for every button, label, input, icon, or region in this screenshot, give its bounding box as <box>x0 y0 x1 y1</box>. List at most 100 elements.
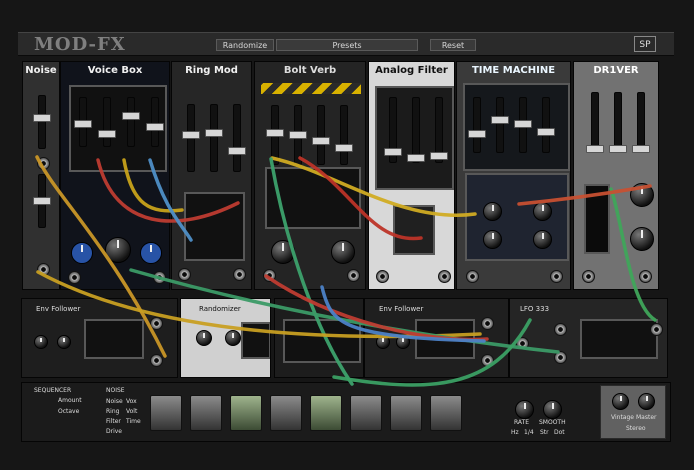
voice-box-title: Voice Box <box>87 65 143 76</box>
rate-knob[interactable] <box>515 400 534 419</box>
smooth-knob[interactable] <box>543 400 562 419</box>
lfo-jack-2[interactable] <box>554 323 567 336</box>
time-control-panel <box>465 173 569 261</box>
randomizer-knob-1[interactable] <box>196 330 212 346</box>
bolt-slider-1[interactable] <box>266 105 284 165</box>
app-logo: MOD-FX <box>34 34 126 55</box>
time-knob-2[interactable] <box>533 202 552 221</box>
presets-button[interactable]: Presets <box>276 39 418 51</box>
sequence-step-6[interactable] <box>350 395 382 431</box>
drive-module: DR1VER <box>573 61 659 290</box>
randomize-button[interactable]: Randomize <box>216 39 274 51</box>
lfo-module: LFO 333 <box>509 298 668 378</box>
randomizer-title: Randomizer <box>199 305 241 313</box>
env1-knob-2[interactable] <box>57 335 71 349</box>
bolt-jack-2[interactable] <box>347 269 360 282</box>
time-knob-4[interactable] <box>533 230 552 249</box>
voice-knob-3[interactable] <box>140 242 162 264</box>
noise-slider-1[interactable] <box>33 95 51 149</box>
screen-bridge-module <box>274 298 364 378</box>
bolt-slider-2[interactable] <box>289 105 307 165</box>
ring-screen <box>184 192 245 261</box>
drive-slider-3[interactable] <box>632 92 650 153</box>
env2-knob-2[interactable] <box>396 335 410 349</box>
voice-slider-2[interactable] <box>98 97 116 147</box>
drive-jack-2[interactable] <box>639 270 652 283</box>
env1-jack-2[interactable] <box>150 354 163 367</box>
sequence-step-4[interactable] <box>270 395 302 431</box>
time-slider-2[interactable] <box>491 97 509 153</box>
filter-slider-1[interactable] <box>384 97 402 163</box>
time-slider-1[interactable] <box>468 97 486 153</box>
sequence-step-2[interactable] <box>190 395 222 431</box>
bolt-jack-1[interactable] <box>263 269 276 282</box>
mod-fx-rack: MOD-FX Randomize Presets Reset SP Noise … <box>0 0 694 470</box>
noise2-g: Drive <box>106 428 122 435</box>
lfo-jack-4[interactable] <box>650 323 663 336</box>
sequence-step-3[interactable] <box>230 395 262 431</box>
filter-slider-2[interactable] <box>407 97 425 163</box>
bolt-slider-3[interactable] <box>312 105 330 165</box>
drive-knob-1[interactable] <box>630 183 654 207</box>
lfo-screen <box>580 319 658 359</box>
time-slider-3[interactable] <box>514 97 532 153</box>
drive-title: DR1VER <box>593 65 639 76</box>
ring-slider-3[interactable] <box>228 104 246 172</box>
noise2-e: Filter <box>106 418 121 425</box>
env-follower-1-module: Env Follower <box>21 298 178 378</box>
voice-slider-3[interactable] <box>122 97 140 147</box>
voice-knob-1[interactable] <box>71 242 93 264</box>
noise-output-jack[interactable] <box>37 263 50 276</box>
env2-knob-1[interactable] <box>376 335 390 349</box>
voice-slider-1[interactable] <box>74 97 92 147</box>
randomizer-module: Randomizer <box>180 298 271 378</box>
ring-slider-1[interactable] <box>182 104 200 172</box>
master-knob[interactable] <box>638 393 655 410</box>
sequence-step-5[interactable] <box>310 395 342 431</box>
drive-knob-2[interactable] <box>630 227 654 251</box>
ring-jack-2[interactable] <box>233 268 246 281</box>
filter-jack-1[interactable] <box>376 270 389 283</box>
drive-jack-1[interactable] <box>582 270 595 283</box>
bolt-slider-4[interactable] <box>335 105 353 165</box>
vintage-knob[interactable] <box>612 393 629 410</box>
env1-jack-1[interactable] <box>150 317 163 330</box>
randomizer-knob-2[interactable] <box>225 330 241 346</box>
sequence-step-1[interactable] <box>150 395 182 431</box>
sequence-step-7[interactable] <box>390 395 422 431</box>
voice-box-module: Voice Box <box>60 61 170 290</box>
env2-jack-2[interactable] <box>481 354 494 367</box>
sequence-step-8[interactable] <box>430 395 462 431</box>
time-jack-1[interactable] <box>466 270 479 283</box>
voice-jack-2[interactable] <box>153 271 166 284</box>
time-jack-2[interactable] <box>550 270 563 283</box>
bolt-verb-title: Bolt Verb <box>283 65 337 76</box>
filter-slider-3[interactable] <box>430 97 448 163</box>
ring-slider-2[interactable] <box>205 104 223 172</box>
lfo-jack-1[interactable] <box>516 337 529 350</box>
reset-button[interactable]: Reset <box>430 39 476 51</box>
env1-title: Env Follower <box>36 305 81 313</box>
filter-jack-2[interactable] <box>438 270 451 283</box>
voice-slider-4[interactable] <box>146 97 164 147</box>
drive-slider-1[interactable] <box>586 92 604 153</box>
voice-jack-1[interactable] <box>68 271 81 284</box>
bolt-knob-1[interactable] <box>271 240 295 264</box>
time-knob-1[interactable] <box>483 202 502 221</box>
noise-slider-2[interactable] <box>33 174 51 228</box>
env2-jack-1[interactable] <box>481 317 494 330</box>
ring-jack-1[interactable] <box>178 268 191 281</box>
noise2-a: Noise <box>106 398 123 405</box>
bolt-knob-2[interactable] <box>331 240 355 264</box>
lfo-jack-3[interactable] <box>554 351 567 364</box>
drive-slider-2[interactable] <box>609 92 627 153</box>
time-slider-4[interactable] <box>537 97 555 153</box>
output-mode: Stereo <box>626 425 646 432</box>
bolt-verb-module: Bolt Verb <box>254 61 366 290</box>
env1-knob-1[interactable] <box>34 335 48 349</box>
voice-knob-2[interactable] <box>105 237 131 263</box>
env2-screen <box>415 319 475 359</box>
noise-input-jack[interactable] <box>37 157 50 170</box>
rate-label: RATE <box>514 419 530 426</box>
time-knob-3[interactable] <box>483 230 502 249</box>
